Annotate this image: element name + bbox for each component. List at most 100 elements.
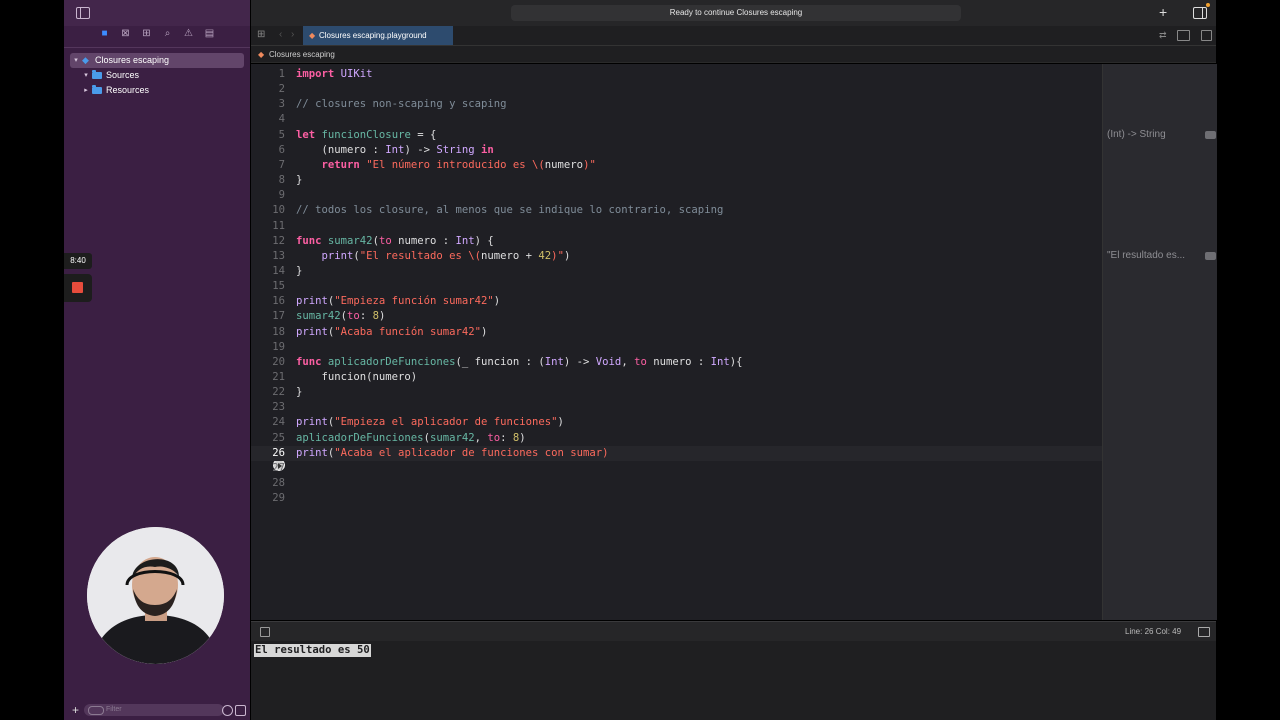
- sidebar-toolbar: [64, 0, 250, 26]
- code-line[interactable]: 20 func aplicadorDeFunciones(_ funcion : …: [251, 355, 1102, 370]
- code-line[interactable]: 3 // closures non-scaping y scaping: [251, 97, 1102, 112]
- add-icon[interactable]: +: [1159, 4, 1167, 20]
- line-number: 5: [278, 128, 285, 141]
- code-line[interactable]: 17 sumar42(to: 8): [251, 309, 1102, 324]
- code-line[interactable]: 28: [251, 476, 1102, 491]
- result-text: (Int) -> String: [1107, 128, 1166, 140]
- code-text: // closures non-scaping y scaping: [296, 98, 507, 111]
- recording-timer: 8:40: [64, 253, 92, 269]
- refresh-icon[interactable]: ⇄: [1159, 30, 1167, 41]
- back-icon[interactable]: ‹: [279, 29, 282, 40]
- notification-dot-icon: [1206, 3, 1210, 7]
- code-line[interactable]: 1 import UIKit: [251, 67, 1102, 82]
- inspector-toggle-icon[interactable]: [1193, 7, 1207, 19]
- folder-icon: [92, 70, 102, 79]
- tree-item[interactable]: ▾ ◆ Closures escaping: [70, 53, 244, 68]
- chevron-down-icon[interactable]: ▾: [82, 68, 90, 83]
- line-number: 17: [272, 310, 285, 323]
- folder-navigator-icon[interactable]: ■: [99, 28, 111, 40]
- filter-input[interactable]: Filter: [84, 704, 224, 716]
- breadcrumb-label: Closures escaping: [269, 50, 335, 59]
- code-line[interactable]: 2: [251, 82, 1102, 97]
- navigator-selector: ■ ⊠ ⊞ ⌕ ⚠ ▤: [64, 28, 250, 44]
- code-line[interactable]: 16 print("Empieza función sumar42"): [251, 294, 1102, 309]
- find-navigator-icon[interactable]: ⌕: [162, 28, 174, 40]
- stop-icon: [72, 282, 83, 293]
- code-line[interactable]: 9: [251, 188, 1102, 203]
- console-output[interactable]: El resultado es 50: [251, 641, 1216, 720]
- line-number: 21: [272, 371, 285, 383]
- console-toggle-icon[interactable]: [1198, 627, 1210, 637]
- code-text: // todos los closure, al menos que se in…: [296, 204, 724, 217]
- stop-recording-button[interactable]: [64, 274, 92, 302]
- issue-navigator-icon[interactable]: ⚠: [183, 28, 195, 40]
- source-control-icon[interactable]: ⊠: [120, 28, 132, 40]
- result-text: "El resultado es...: [1107, 249, 1186, 261]
- code-line[interactable]: 15: [251, 279, 1102, 294]
- line-number: 8: [278, 174, 285, 187]
- chevron-right-icon[interactable]: ▸: [82, 83, 90, 98]
- code-line[interactable]: 7 return "El número introducido es \(num…: [251, 158, 1102, 173]
- code-text: print("Acaba función sumar42"): [296, 325, 488, 338]
- code-line[interactable]: 11: [251, 219, 1102, 234]
- code-text: return "El número introducido es \(numer…: [321, 158, 596, 171]
- line-number: 14: [272, 264, 285, 277]
- console-line: El resultado es 50: [254, 644, 371, 657]
- code-line[interactable]: 22}: [251, 385, 1102, 400]
- related-items-icon[interactable]: ⊞: [257, 30, 265, 40]
- tab-playground[interactable]: ◆ Closures escaping.playground: [303, 26, 453, 45]
- chevron-down-icon[interactable]: ▾: [72, 53, 80, 68]
- line-number: 15: [272, 280, 285, 293]
- code-line[interactable]: 10 // todos los closure, al menos que se …: [251, 203, 1102, 218]
- recent-files-icon[interactable]: [222, 705, 233, 716]
- breadcrumb[interactable]: ◆ Closures escaping: [251, 46, 1216, 63]
- code-line[interactable]: 8}: [251, 173, 1102, 188]
- line-number: 13: [272, 249, 285, 262]
- inline-result[interactable]: "El resultado es...: [1107, 249, 1217, 263]
- source-control-filter-icon[interactable]: [235, 705, 246, 716]
- folder-icon: [92, 85, 102, 94]
- line-number: 12: [272, 234, 285, 247]
- code-line[interactable]: 29: [251, 491, 1102, 506]
- code-line[interactable]: 5 let funcionClosure = {: [251, 128, 1102, 143]
- line-number: 1: [278, 68, 285, 80]
- code-line[interactable]: 21 funcion(numero): [251, 370, 1102, 385]
- tab-label: Closures escaping.playground: [319, 31, 427, 40]
- inline-result[interactable]: (Int) -> String: [1107, 128, 1217, 142]
- code-line[interactable]: 13 print("El resultado es \(numero + 42)…: [251, 249, 1102, 264]
- tree-item[interactable]: ▸ Resources: [70, 83, 244, 98]
- code-editor[interactable]: 1 import UIKit 2 3// closures non-scaping y…: [251, 64, 1102, 620]
- symbol-navigator-icon[interactable]: ⊞: [141, 28, 153, 40]
- code-line[interactable]: 19: [251, 340, 1102, 355]
- tab-bar: ⊞ ‹ › ◆ Closures escaping.playground ⇄: [251, 26, 1216, 46]
- add-file-icon[interactable]: +: [72, 702, 79, 718]
- show-result-icon[interactable]: [1205, 251, 1216, 260]
- code-line[interactable]: 27: [251, 461, 1102, 476]
- code-line[interactable]: 24 print("Empieza el aplicador de funcion…: [251, 415, 1102, 430]
- project-tree: ▾ ◆ Closures escaping ▾ Sources ▸ Resources: [70, 53, 244, 98]
- report-navigator-icon[interactable]: ▤: [204, 28, 216, 40]
- debug-bar: Line: 26 Col: 49: [251, 621, 1216, 641]
- split-editor-icon[interactable]: [1201, 30, 1212, 41]
- code-line[interactable]: 4: [251, 112, 1102, 127]
- code-line[interactable]: 12 func sumar42(to numero : Int) {: [251, 234, 1102, 249]
- letterbox-right: [1216, 0, 1280, 720]
- line-number: 19: [272, 340, 285, 353]
- code-text: print("Empieza el aplicador de funciones…: [296, 416, 564, 429]
- swift-file-icon: ◆: [258, 50, 265, 59]
- tree-item[interactable]: ▾ Sources: [70, 68, 244, 83]
- line-number: 26: [272, 446, 285, 459]
- code-line[interactable]: 23: [251, 400, 1102, 415]
- code-line[interactable]: 25 aplicadorDeFunciones(sumar42, to: 8): [251, 431, 1102, 446]
- hide-debug-area-icon[interactable]: [260, 627, 270, 637]
- code-text: funcion(numero): [296, 371, 418, 383]
- editor-options-icon[interactable]: [1177, 30, 1190, 41]
- code-line[interactable]: 18 print("Acaba función sumar42"): [251, 325, 1102, 340]
- activity-status: Ready to continue Closures escaping: [511, 5, 961, 21]
- show-result-icon[interactable]: [1205, 130, 1216, 139]
- code-line[interactable]: 26 print("Acaba el aplicador de funciones…: [251, 445, 1102, 461]
- code-line[interactable]: 14}: [251, 264, 1102, 279]
- code-line[interactable]: 6 (numero : Int) -> String in: [251, 143, 1102, 158]
- sidebar-toggle-icon[interactable]: [76, 7, 90, 19]
- forward-icon[interactable]: ›: [291, 29, 294, 40]
